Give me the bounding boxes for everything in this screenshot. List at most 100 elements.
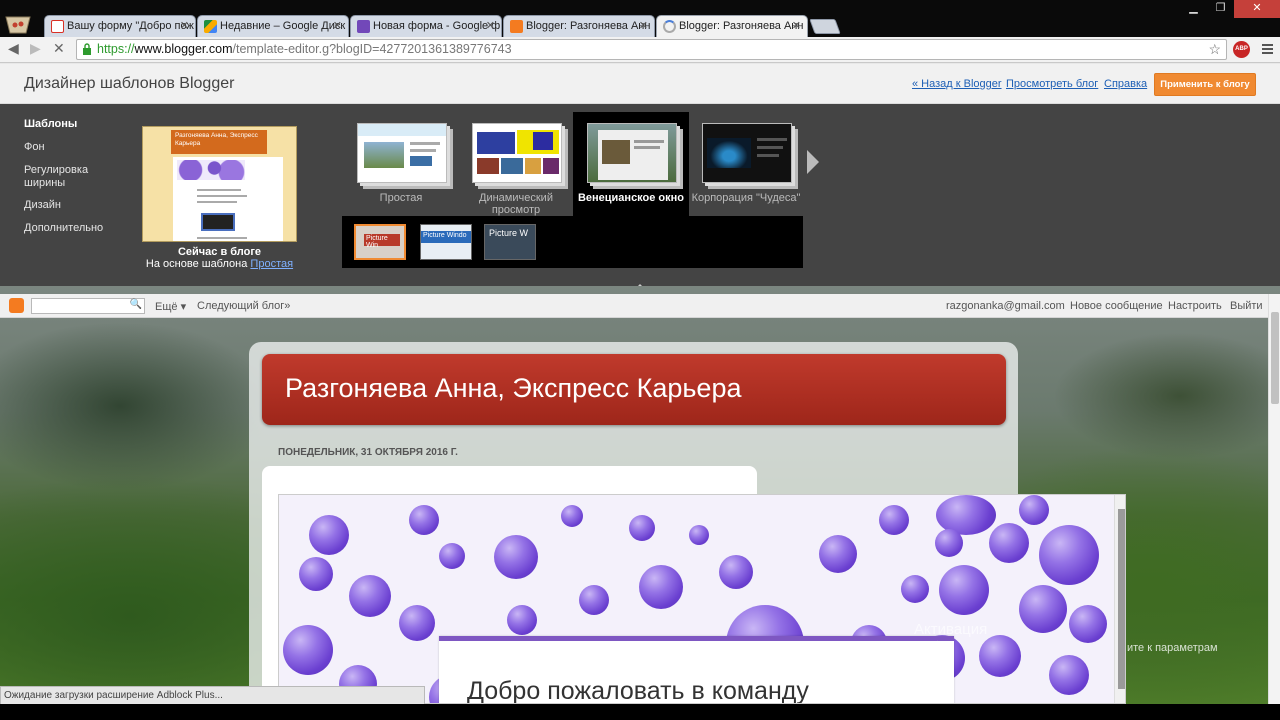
form-title: Добро пожаловать в команду	[467, 677, 809, 704]
template-awesome-label: Корпорация "Чудеса"	[691, 192, 801, 204]
form-title-card: Добро пожаловать в команду	[439, 636, 954, 704]
google-forms-icon	[357, 20, 370, 33]
blog-header: Разгоняева Анна, Экспресс Карьера	[262, 354, 1006, 425]
address-bar[interactable]: https://www.blogger.com/template-editor.…	[76, 39, 1227, 60]
minimize-button[interactable]: ▁	[1180, 0, 1207, 18]
close-icon[interactable]: ✕	[792, 19, 801, 32]
template-dynamic-label: Динамический просмотр	[479, 192, 553, 216]
tab-google-drive[interactable]: Недавние – Google Диск ✕	[197, 15, 349, 37]
url-scheme: https://	[97, 42, 135, 56]
sidebar-item-layout[interactable]: Дизайн	[24, 199, 61, 212]
tab-google-forms[interactable]: Новая форма - Google ф ✕	[350, 15, 502, 37]
variant-2[interactable]: Picture Windo	[420, 224, 472, 260]
thumbnail-text-line	[197, 201, 237, 203]
more-label: Ещё	[155, 301, 178, 313]
variant-1[interactable]: Picture Win	[354, 224, 406, 260]
template-dynamic-views[interactable]: Динамический просмотр	[458, 112, 574, 222]
blog-preview: 🔍 Ещё ▾ Следующий блог» razgonanka@gmail…	[0, 286, 1280, 704]
thumbnail-text-line	[197, 195, 247, 197]
template-variants: Picture Win Picture Windo Picture W	[342, 216, 803, 268]
next-templates-arrow-icon[interactable]	[807, 150, 819, 174]
thumbnail-hero-image	[177, 160, 245, 180]
activation-line-3: компь	[914, 656, 945, 668]
next-blog-link[interactable]: Следующий блог»	[197, 300, 290, 312]
page-title: Дизайнер шаблонов Blogger	[24, 75, 235, 92]
tab-label: Blogger: Разгоняева Анн	[526, 20, 651, 32]
tab-label: Blogger: Разгоняева Анн	[679, 20, 804, 32]
thumbnail-blog-title: Разгоняева Анна, Экспресс Карьера	[171, 130, 267, 154]
template-simple-thumbnail	[357, 123, 447, 183]
template-picture-window-thumbnail	[587, 123, 677, 183]
stop-icon[interactable]: ✕	[53, 40, 65, 57]
thumbnail-image	[201, 213, 235, 231]
thumbnail-text-line	[197, 189, 241, 191]
sidebar-item-advanced[interactable]: Дополнительно	[24, 222, 103, 235]
close-icon[interactable]: ✕	[180, 19, 189, 32]
template-awesome-inc[interactable]: Корпорация "Чудеса"	[688, 112, 804, 222]
chrome-menu-icon[interactable]	[1262, 44, 1273, 56]
help-link[interactable]: Справка	[1104, 78, 1147, 90]
scrollbar-thumb[interactable]	[1271, 312, 1279, 404]
template-picture-window[interactable]: Венецианское окно	[573, 112, 689, 224]
logout-link[interactable]: Выйти	[1230, 300, 1263, 312]
tab-label: Новая форма - Google ф	[373, 20, 501, 32]
blog-title[interactable]: Разгоняева Анна, Экспресс Карьера	[285, 373, 741, 404]
template-picture-window-label: Венецианское окно	[577, 192, 685, 204]
bubbles-header-image: Добро пожаловать в команду	[279, 495, 1114, 704]
windows-activation-watermark: Активация Чтобы компь	[914, 622, 987, 670]
blog-search-input[interactable]: 🔍	[31, 298, 145, 314]
apply-to-blog-button[interactable]: Применить к блогу	[1154, 73, 1256, 96]
activation-line-2: Чтобы	[914, 640, 947, 652]
back-arrow-icon[interactable]: ◀	[8, 40, 19, 57]
based-on-label: На основе шаблона	[145, 258, 248, 270]
sidebar-item-background[interactable]: Фон	[24, 141, 45, 154]
date-header: ПОНЕДЕЛЬНИК, 31 ОКТЯБРЯ 2016 Г.	[278, 447, 458, 458]
tab-label: Недавние – Google Диск	[220, 20, 346, 32]
preview-scrollbar[interactable]	[1268, 294, 1280, 704]
close-icon[interactable]: ✕	[486, 19, 495, 32]
view-blog-link[interactable]: Просмотреть блог	[1006, 78, 1098, 90]
new-post-link[interactable]: Новое сообщение	[1070, 300, 1163, 312]
template-awesome-thumbnail	[702, 123, 792, 183]
forward-arrow-icon[interactable]: ▶	[30, 40, 41, 57]
back-to-blogger-link[interactable]: « Назад к Blogger	[912, 78, 1002, 90]
embedded-form-preview: Добро пожаловать в команду	[278, 494, 1126, 704]
user-email: razgonanka@gmail.com	[946, 300, 1065, 312]
adblock-plus-icon[interactable]: ABP	[1233, 41, 1250, 58]
activation-line-1: Активация	[914, 621, 988, 638]
blogger-icon	[510, 20, 523, 33]
current-template-thumbnail: Разгоняева Анна, Экспресс Карьера	[142, 126, 297, 242]
tab-blogger-1[interactable]: Blogger: Разгоняева Анн ✕	[503, 15, 655, 37]
tab-label: Вашу форму "Добро пож	[67, 20, 194, 32]
window-close-button[interactable]: ✕	[1234, 0, 1280, 18]
variant-3-label: Picture W	[489, 228, 529, 238]
embedded-scrollbar[interactable]	[1114, 495, 1125, 703]
close-icon[interactable]: ✕	[333, 19, 342, 32]
template-simple-label: Простая	[379, 192, 423, 204]
bookmark-star-icon[interactable]: ☆	[1208, 41, 1221, 58]
current-label: Сейчас в блоге	[177, 246, 262, 258]
embedded-scrollbar-thumb[interactable]	[1118, 509, 1125, 689]
more-menu[interactable]: Ещё ▾	[155, 300, 186, 313]
blogger-navbar: 🔍 Ещё ▾ Следующий блог» razgonanka@gmail…	[0, 294, 1268, 318]
lock-icon	[82, 43, 92, 56]
template-simple[interactable]: Простая	[343, 112, 459, 222]
sidebar-item-templates[interactable]: Шаблоны	[24, 118, 77, 131]
base-template-link[interactable]: Простая	[250, 258, 293, 270]
variant-3[interactable]: Picture W	[484, 224, 536, 260]
customize-link[interactable]: Настроить	[1168, 300, 1222, 312]
new-tab-button[interactable]	[809, 19, 841, 34]
designer-header: Дизайнер шаблонов Blogger « Назад к Blog…	[0, 64, 1280, 104]
close-icon[interactable]: ✕	[639, 19, 648, 32]
maximize-button[interactable]: ❐	[1207, 0, 1234, 18]
tab-blogger-active[interactable]: Blogger: Разгоняева Анн ✕	[656, 15, 808, 37]
variant-1-label: Picture Win	[364, 234, 400, 249]
sidebar-item-width[interactable]: Регулировка ширины	[24, 164, 94, 190]
gmail-icon	[51, 20, 64, 33]
apps-icon[interactable]	[4, 15, 38, 37]
blogger-logo-icon[interactable]	[9, 298, 24, 313]
search-icon[interactable]: 🔍	[130, 299, 142, 310]
screen: Вашу форму "Добро пож ✕ Недавние – Googl…	[0, 0, 1280, 720]
thumbnail-text-line	[197, 237, 247, 239]
tab-forms-mail[interactable]: Вашу форму "Добро пож ✕	[44, 15, 196, 37]
